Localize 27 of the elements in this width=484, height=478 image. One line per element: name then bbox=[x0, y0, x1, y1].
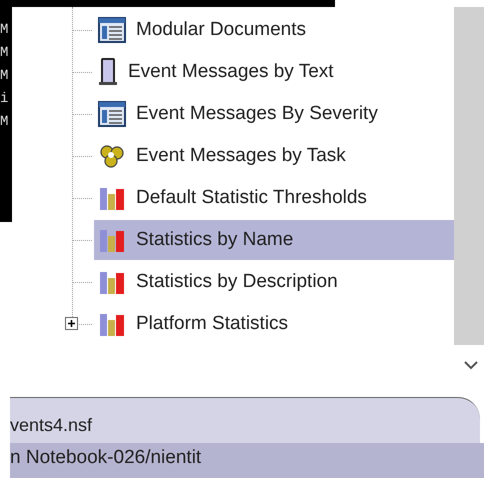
bar-chart-icon bbox=[98, 311, 126, 337]
console-text: i bbox=[0, 90, 10, 109]
tree-item[interactable]: Modular Documents bbox=[94, 10, 454, 50]
scroll-down-icon[interactable] bbox=[464, 360, 478, 370]
tree-item[interactable]: Event Messages by Task bbox=[94, 136, 454, 176]
console-text: M bbox=[0, 67, 10, 86]
scrollbar[interactable] bbox=[454, 7, 484, 345]
device-icon bbox=[98, 58, 118, 86]
table-icon bbox=[98, 17, 126, 43]
bar-chart-icon bbox=[98, 269, 126, 295]
status-bar: n Notebook-026/nientit bbox=[10, 443, 484, 478]
plus-icon bbox=[66, 318, 77, 329]
tree-item[interactable]: Platform Statistics bbox=[94, 304, 454, 344]
tab[interactable]: vents4.nsf bbox=[10, 397, 480, 443]
bar-chart-icon bbox=[98, 227, 126, 253]
bar-chart-icon bbox=[98, 185, 126, 211]
tree-item[interactable]: Default Statistic Thresholds bbox=[94, 178, 454, 218]
expand-toggle[interactable] bbox=[65, 317, 78, 330]
gear-icon bbox=[98, 143, 126, 169]
tree-item[interactable]: Statistics by Name bbox=[94, 220, 454, 260]
table-icon bbox=[98, 101, 126, 127]
console-text: M bbox=[0, 44, 10, 63]
tree-item[interactable]: Event Messages by Text bbox=[94, 52, 454, 92]
tree-item[interactable]: Statistics by Description bbox=[94, 262, 454, 302]
tree-item[interactable]: Event Messages By Severity bbox=[94, 94, 454, 134]
console-text: M bbox=[0, 21, 10, 40]
console-text: M bbox=[0, 113, 10, 132]
